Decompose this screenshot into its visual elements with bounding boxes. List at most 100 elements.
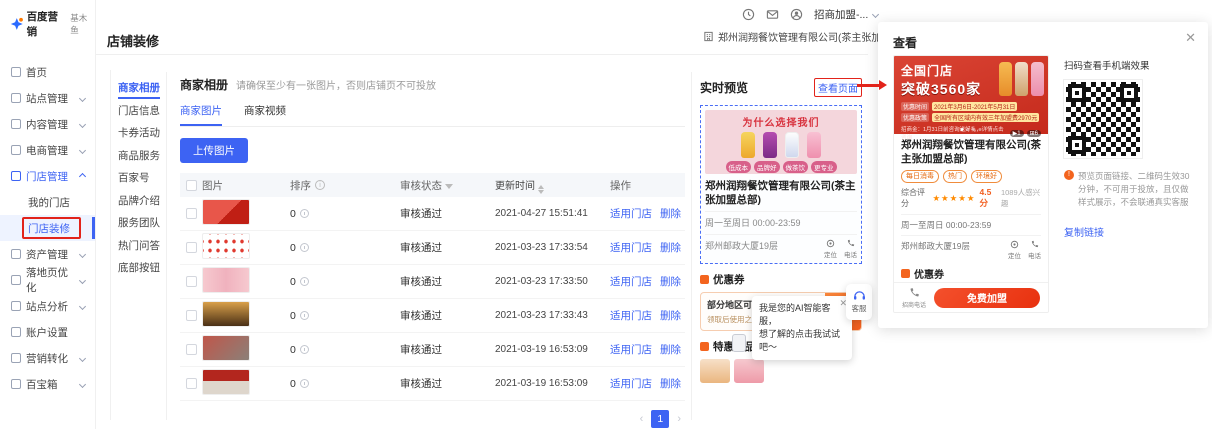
sidebar-item-store-decoration[interactable]: 门店装修: [0, 215, 95, 241]
coupon-section-title: 优惠券: [713, 272, 745, 287]
popup-company-name: 郑州润翔餐饮管理有限公司(茶主张加盟总部): [901, 139, 1041, 166]
sidebar-item-asset-management[interactable]: 资产管理: [0, 241, 95, 267]
brand-logo: 百度营销 基木鱼: [0, 0, 95, 39]
tab-merchant-videos[interactable]: 商家视频: [244, 103, 286, 126]
tab-merchant-images[interactable]: 商家图片: [180, 103, 222, 126]
album-tabs: 商家图片 商家视频: [180, 103, 685, 127]
live-preview-title: 实时预览: [700, 79, 748, 96]
account-selector[interactable]: 招商加盟-...: [814, 7, 888, 22]
edit-order-icon[interactable]: [300, 277, 309, 286]
locate-button[interactable]: 定位: [1008, 240, 1021, 260]
interest-count: 1089人感兴趣: [1001, 187, 1041, 209]
sort-icon[interactable]: [538, 185, 544, 194]
apply-stores-link[interactable]: 适用门店: [610, 274, 652, 289]
page-1-button[interactable]: 1: [651, 410, 669, 428]
next-page-button[interactable]: ›: [677, 413, 681, 425]
row-checkbox[interactable]: [186, 310, 197, 321]
edit-order-icon[interactable]: [300, 345, 309, 354]
sidebar-item-toolbox[interactable]: 百宝箱: [0, 371, 95, 397]
message-mail-icon[interactable]: [766, 8, 779, 21]
subnav-item-store-info[interactable]: 门店信息: [118, 103, 164, 126]
sidebar-item-site-analysis[interactable]: 站点分析: [0, 293, 95, 319]
info-icon[interactable]: i: [315, 180, 325, 190]
apply-stores-link[interactable]: 适用门店: [610, 342, 652, 357]
sidebar-item-store-management[interactable]: 门店管理: [0, 163, 95, 189]
update-time: 2021-03-23 17:33:50: [495, 276, 610, 287]
row-checkbox[interactable]: [186, 276, 197, 287]
subnav-item-brand-intro[interactable]: 品牌介绍: [118, 193, 164, 216]
popup-banner-image: 全国门店 突破3560家 优惠时间2021年3月6日-2021年5月31日 优惠…: [894, 56, 1048, 134]
apply-stores-link[interactable]: 适用门店: [610, 308, 652, 323]
delete-link[interactable]: 删除: [660, 274, 681, 289]
delete-link[interactable]: 删除: [660, 308, 681, 323]
customer-service-widget[interactable]: 客服: [846, 284, 872, 320]
col-action: 操作: [610, 178, 685, 193]
sidebar-item-content-management[interactable]: 内容管理: [0, 111, 95, 137]
user-avatar-icon[interactable]: [790, 8, 803, 21]
album-image-thumbnail: [202, 301, 250, 327]
subnav-item-product-services[interactable]: 商品服务: [118, 148, 164, 171]
baidu-marketing-logo-icon: [10, 17, 24, 31]
row-checkbox[interactable]: [186, 378, 197, 389]
locate-button[interactable]: 定位: [824, 239, 837, 259]
prev-page-button[interactable]: ‹: [640, 413, 644, 425]
subnav-item-baijiahao[interactable]: 百家号: [118, 170, 164, 193]
rating-value: 4.5分: [980, 187, 997, 209]
edit-order-icon[interactable]: [300, 379, 309, 388]
subnav-item-service-team[interactable]: 服务团队: [118, 215, 164, 238]
delete-link[interactable]: 删除: [660, 206, 681, 221]
history-clock-icon[interactable]: [742, 8, 755, 21]
call-button[interactable]: 电话: [844, 239, 857, 259]
sidebar-item-site-management[interactable]: 站点管理: [0, 85, 95, 111]
customer-service-label: 客服: [852, 303, 867, 314]
status-text: 审核通过: [400, 308, 495, 323]
view-page-link[interactable]: 查看页面: [814, 78, 862, 97]
col-order: 排序: [290, 178, 311, 193]
free-join-button[interactable]: 免费加盟: [934, 288, 1040, 308]
call-merchant-button[interactable]: 招商电话: [902, 287, 926, 309]
status-text: 审核通过: [400, 274, 495, 289]
row-checkbox[interactable]: [186, 208, 197, 219]
subnav-item-coupon-activities[interactable]: 卡券活动: [118, 125, 164, 148]
row-checkbox[interactable]: [186, 242, 197, 253]
sidebar-item-home[interactable]: 首页: [0, 59, 95, 85]
upload-image-button[interactable]: 上传图片: [180, 138, 248, 163]
sidebar-item-account-settings[interactable]: 账户设置: [0, 319, 95, 345]
subnav-item-bottom-button[interactable]: 底部按钮: [118, 260, 164, 283]
video-count-badge: ▶1: [1010, 130, 1024, 137]
status-text: 审核通过: [400, 240, 495, 255]
subnav-item-hot-qa[interactable]: 热门问答: [118, 238, 164, 261]
apply-stores-link[interactable]: 适用门店: [610, 376, 652, 391]
delete-link[interactable]: 删除: [660, 240, 681, 255]
close-icon[interactable]: ✕: [1185, 30, 1196, 46]
analysis-icon: [11, 301, 21, 311]
phone-icon: [1030, 240, 1039, 249]
table-row: 0 审核通过 2021-03-23 17:33:54 适用门店删除: [180, 231, 685, 265]
popup-title: 查看: [893, 34, 917, 51]
apply-stores-link[interactable]: 适用门店: [610, 240, 652, 255]
select-all-checkbox[interactable]: [186, 180, 197, 191]
edit-order-icon[interactable]: [300, 243, 309, 252]
preview-business-hours: 周一至周日 00:00-23:59: [705, 211, 857, 229]
delete-link[interactable]: 删除: [660, 342, 681, 357]
coupon-section-icon: [901, 269, 910, 278]
filter-icon[interactable]: [445, 184, 453, 189]
store-icon: [11, 171, 21, 181]
edit-order-icon[interactable]: [300, 311, 309, 320]
copy-link-button[interactable]: 复制链接: [1064, 224, 1104, 239]
sidebar-item-my-stores[interactable]: 我的门店: [0, 189, 95, 215]
row-checkbox[interactable]: [186, 344, 197, 355]
table-row: 0 审核通过 2021-03-23 17:33:43 适用门店删除: [180, 299, 685, 333]
call-button[interactable]: 电话: [1028, 240, 1041, 260]
location-icon: [826, 239, 835, 248]
brand-suffix: 基木鱼: [70, 12, 95, 36]
album-image-thumbnail: [202, 199, 250, 225]
edit-order-icon[interactable]: [300, 209, 309, 218]
sidebar-item-ecommerce-management[interactable]: 电商管理: [0, 137, 95, 163]
delete-link[interactable]: 删除: [660, 376, 681, 391]
sidebar-item-landing-page-optimization[interactable]: 落地页优化: [0, 267, 95, 293]
apply-stores-link[interactable]: 适用门店: [610, 206, 652, 221]
subnav-item-merchant-album[interactable]: 商家相册: [118, 80, 164, 103]
sidebar-item-marketing-conversion[interactable]: 营销转化: [0, 345, 95, 371]
promo-time-label: 优惠时间: [901, 102, 929, 111]
